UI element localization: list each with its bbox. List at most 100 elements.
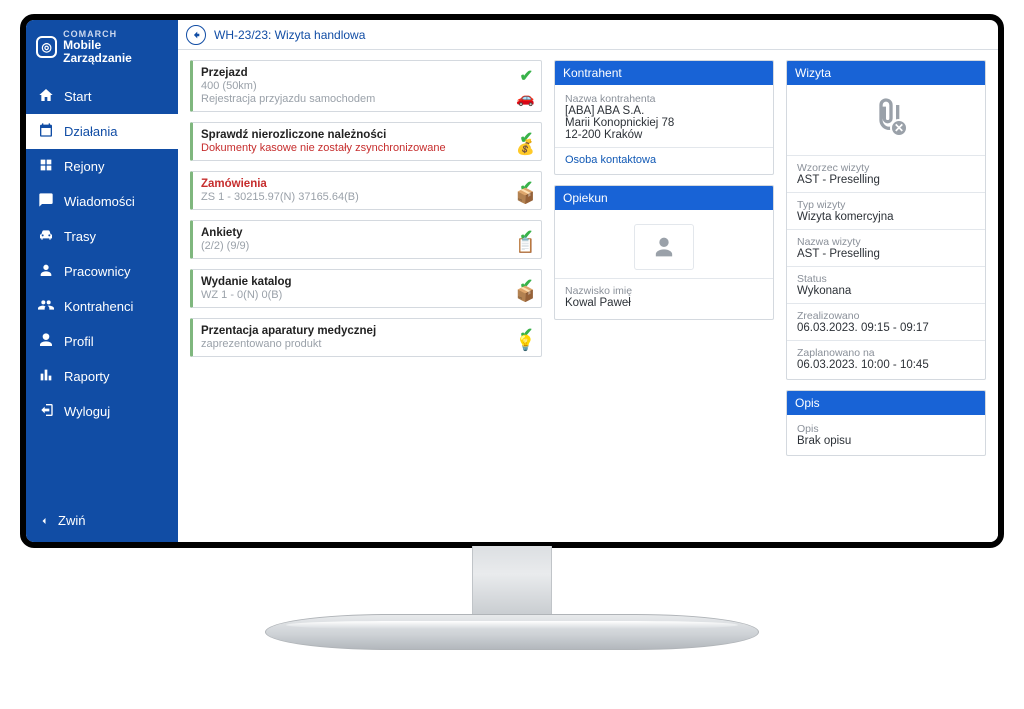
field-label: Status bbox=[797, 273, 975, 285]
avatar bbox=[634, 224, 694, 270]
sidebar-item-wyloguj[interactable]: Wyloguj bbox=[26, 394, 178, 429]
task-subline: Rejestracja przyjazdu samochodem bbox=[201, 93, 503, 105]
task-card[interactable]: Wydanie katalog WZ 1 - 0(N) 0(B) ✔ 📦 bbox=[190, 269, 542, 308]
task-list: Przejazd 400 (50km) Rejestracja przyjazd… bbox=[190, 60, 542, 532]
field-value: Marii Konopnickiej 78 bbox=[565, 117, 763, 129]
chart-icon bbox=[38, 367, 54, 386]
task-title: Ankiety bbox=[201, 227, 503, 239]
sidebar-item-label: Wyloguj bbox=[64, 404, 110, 419]
sidebar-item-pracownicy[interactable]: Pracownicy bbox=[26, 254, 178, 289]
task-title: Sprawdź nierozliczone należności bbox=[201, 129, 503, 141]
field-value: Kowal Paweł bbox=[565, 297, 763, 309]
field-value: 12-200 Kraków bbox=[565, 129, 763, 141]
task-subline: (2/2) (9/9) bbox=[201, 240, 503, 252]
panel-opiekun: Opiekun Nazwisko imię Kowal Paweł bbox=[554, 185, 774, 320]
task-subline: WZ 1 - 0(N) 0(B) bbox=[201, 289, 503, 301]
panel-header: Opiekun bbox=[555, 186, 773, 210]
field-value: Wykonana bbox=[797, 285, 975, 297]
task-subline: Dokumenty kasowe nie zostały zsynchroniz… bbox=[201, 142, 503, 154]
field-label: Typ wizyty bbox=[797, 199, 975, 211]
panel-opis: Opis Opis Brak opisu bbox=[786, 390, 986, 456]
panel-kontrahent: Kontrahent Nazwa kontrahenta [ABA] ABA S… bbox=[554, 60, 774, 175]
task-type-icon: 💡 bbox=[516, 334, 535, 352]
task-title: Przentacja aparatury medycznej bbox=[201, 325, 503, 337]
field-label: Nazwisko imię bbox=[565, 285, 763, 297]
task-card[interactable]: Przentacja aparatury medycznej zaprezent… bbox=[190, 318, 542, 357]
sidebar-item-trasy[interactable]: Trasy bbox=[26, 219, 178, 254]
sidebar-item-start[interactable]: Start bbox=[26, 79, 178, 114]
person-icon bbox=[650, 233, 678, 261]
sidebar-item-label: Wiadomości bbox=[64, 194, 135, 209]
task-card[interactable]: Przejazd 400 (50km) Rejestracja przyjazd… bbox=[190, 60, 542, 112]
brand-bottom: Mobile Zarządzanie bbox=[63, 39, 168, 64]
sidebar-item-kontrahenci[interactable]: Kontrahenci bbox=[26, 289, 178, 324]
arrow-left-icon bbox=[191, 30, 201, 40]
task-type-icon: 📦 bbox=[516, 187, 535, 205]
task-card[interactable]: Sprawdź nierozliczone należności Dokumen… bbox=[190, 122, 542, 161]
task-card[interactable]: Zamówienia ZS 1 - 30215.97(N) 37165.64(B… bbox=[190, 171, 542, 210]
sidebar-collapse[interactable]: Zwiń bbox=[26, 503, 178, 542]
field-value: 06.03.2023. 09:15 - 09:17 bbox=[797, 322, 975, 334]
sidebar-item-rejony[interactable]: Rejony bbox=[26, 149, 178, 184]
task-type-icon: 💰 bbox=[516, 138, 535, 156]
brand: ◎ COMARCH Mobile Zarządzanie bbox=[26, 20, 178, 79]
task-type-icon: 🚗 bbox=[516, 89, 535, 107]
task-title: Przejazd bbox=[201, 67, 503, 79]
contacts-icon bbox=[38, 297, 54, 316]
field-value: 06.03.2023. 10:00 - 10:45 bbox=[797, 359, 975, 371]
sidebar-item-dzialania[interactable]: Działania bbox=[26, 114, 178, 149]
task-type-icon: 📦 bbox=[516, 285, 535, 303]
field-label: Opis bbox=[797, 423, 975, 435]
page-title: WH-23/23: Wizyta handlowa bbox=[214, 28, 365, 42]
task-type-icon: 📋 bbox=[516, 236, 535, 254]
task-subline: 400 (50km) bbox=[201, 80, 503, 92]
brand-logo-icon: ◎ bbox=[36, 36, 57, 58]
sidebar-item-label: Kontrahenci bbox=[64, 299, 133, 314]
profile-icon bbox=[38, 332, 54, 351]
task-subline: zaprezentowano produkt bbox=[201, 338, 503, 350]
field-value: AST - Preselling bbox=[797, 174, 975, 186]
field-value: [ABA] ABA S.A. bbox=[565, 105, 763, 117]
attachment-icon: ✕ bbox=[866, 95, 906, 135]
nav: Start Działania Rejony Wiadomości Trasy bbox=[26, 79, 178, 429]
topbar: WH-23/23: Wizyta handlowa bbox=[178, 20, 998, 50]
task-subline: ZS 1 - 30215.97(N) 37165.64(B) bbox=[201, 191, 503, 203]
panel-header: Wizyta bbox=[787, 61, 985, 85]
task-title: Zamówienia bbox=[201, 178, 503, 190]
sidebar: ◎ COMARCH Mobile Zarządzanie Start Dział… bbox=[26, 20, 178, 542]
task-card[interactable]: Ankiety (2/2) (9/9) ✔ 📋 bbox=[190, 220, 542, 259]
task-title: Wydanie katalog bbox=[201, 276, 503, 288]
attachment-none-icon: ✕ bbox=[890, 119, 908, 137]
panel-wizyta: Wizyta ✕ Wzorzec wizyty AST - Preselling bbox=[786, 60, 986, 380]
field-value: AST - Preselling bbox=[797, 248, 975, 260]
collapse-label: Zwiń bbox=[58, 513, 85, 528]
home-icon bbox=[38, 87, 54, 106]
panel-header: Opis bbox=[787, 391, 985, 415]
field-label: Nazwa wizyty bbox=[797, 236, 975, 248]
sidebar-item-raporty[interactable]: Raporty bbox=[26, 359, 178, 394]
field-label: Wzorzec wizyty bbox=[797, 162, 975, 174]
calendar-icon bbox=[38, 122, 54, 141]
sidebar-item-label: Pracownicy bbox=[64, 264, 130, 279]
panel-header: Kontrahent bbox=[555, 61, 773, 85]
car-icon bbox=[38, 227, 54, 246]
chevron-left-icon bbox=[38, 515, 50, 527]
sidebar-item-wiadomosci[interactable]: Wiadomości bbox=[26, 184, 178, 219]
sidebar-item-label: Trasy bbox=[64, 229, 96, 244]
back-button[interactable] bbox=[186, 25, 206, 45]
chat-icon bbox=[38, 192, 54, 211]
field-label: Nazwa kontrahenta bbox=[565, 93, 763, 105]
sidebar-item-profil[interactable]: Profil bbox=[26, 324, 178, 359]
sidebar-item-label: Rejony bbox=[64, 159, 104, 174]
sidebar-item-label: Działania bbox=[64, 124, 117, 139]
field-label: Zrealizowano bbox=[797, 310, 975, 322]
sidebar-item-label: Start bbox=[64, 89, 91, 104]
sidebar-item-label: Profil bbox=[64, 334, 94, 349]
contact-link[interactable]: Osoba kontaktowa bbox=[565, 154, 763, 166]
users-icon bbox=[38, 262, 54, 281]
logout-icon bbox=[38, 402, 54, 421]
sidebar-item-label: Raporty bbox=[64, 369, 110, 384]
check-icon: ✔ bbox=[520, 66, 533, 86]
regions-icon bbox=[38, 157, 54, 176]
field-value: Brak opisu bbox=[797, 435, 975, 447]
